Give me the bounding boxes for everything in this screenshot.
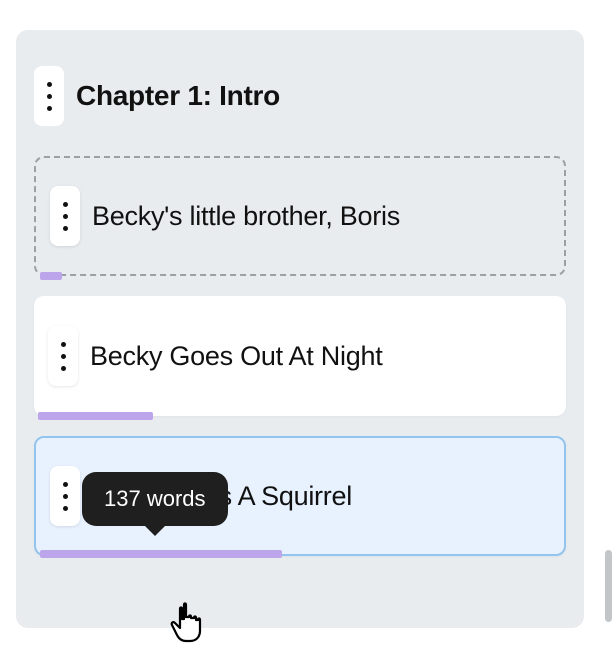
word-progress-bar[interactable] [38, 412, 153, 420]
drag-vertical-icon [63, 202, 68, 231]
scrollbar-thumb[interactable] [605, 550, 612, 622]
chapter-title: Chapter 1: Intro [76, 80, 280, 112]
scene-drag-handle[interactable] [48, 326, 78, 386]
scene-title: Becky Goes Out At Night [90, 341, 382, 372]
scene-card[interactable]: Becky Goes Out At Night [34, 296, 566, 416]
scene-title: Becky's little brother, Boris [92, 201, 400, 232]
scene-drag-handle[interactable] [50, 186, 80, 246]
chapter-drag-handle[interactable] [34, 66, 64, 126]
scene-drag-handle[interactable] [50, 466, 80, 526]
scene-card-selected[interactable]: Becky Sees A Squirrel 137 words [34, 436, 566, 556]
word-progress-bar[interactable] [40, 272, 62, 280]
chapter-header: Chapter 1: Intro [34, 48, 566, 156]
drag-vertical-icon [47, 82, 52, 111]
word-progress-bar[interactable] [40, 550, 282, 558]
drag-vertical-icon [63, 482, 68, 511]
outline-panel: Chapter 1: Intro Becky's little brother,… [16, 30, 584, 628]
drag-vertical-icon [61, 342, 66, 371]
scene-card-dragging[interactable]: Becky's little brother, Boris [34, 156, 566, 276]
scene-title: Becky Sees A Squirrel [92, 481, 352, 512]
